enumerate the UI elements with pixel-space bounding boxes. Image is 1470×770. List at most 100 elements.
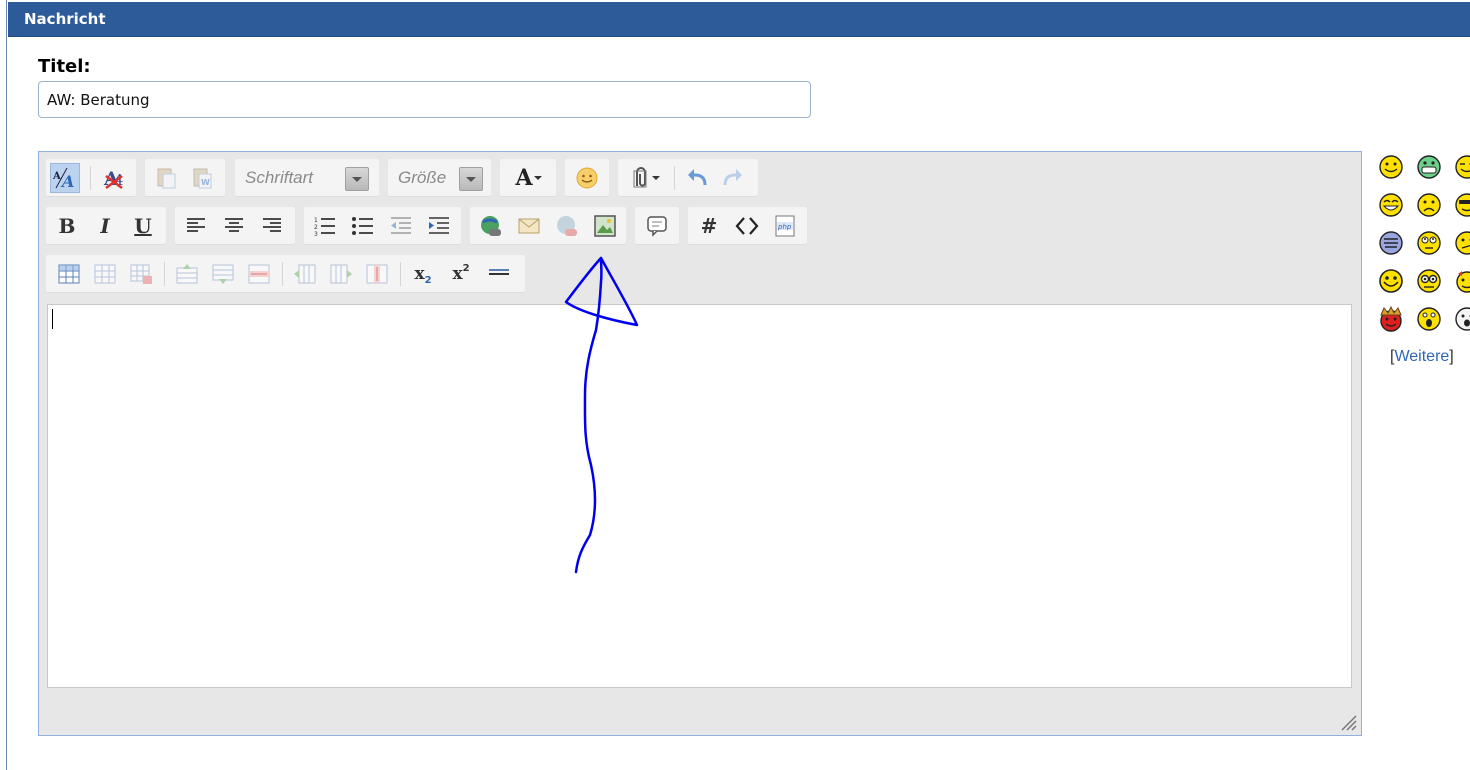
delete-row-icon[interactable] — [244, 259, 274, 289]
italic-icon[interactable]: I — [90, 211, 120, 241]
wysiwyg-toggle-icon[interactable]: AA — [50, 163, 80, 193]
size-select[interactable]: Größe — [388, 163, 491, 193]
php-icon[interactable]: php — [770, 211, 800, 241]
svg-text:1: 1 — [314, 217, 318, 224]
hash-icon[interactable]: # — [694, 211, 724, 241]
attach-icon[interactable] — [624, 163, 668, 193]
devil-icon[interactable] — [1454, 268, 1470, 294]
indent-icon[interactable] — [424, 211, 454, 241]
smile-icon[interactable] — [1378, 154, 1404, 180]
svg-text:W: W — [201, 178, 210, 187]
cheesy-icon[interactable] — [1378, 192, 1404, 218]
paste-icon[interactable] — [151, 163, 181, 193]
nerd-icon[interactable] — [1416, 268, 1442, 294]
smiley-icon[interactable] — [572, 163, 602, 193]
insert-column-after-icon[interactable] — [326, 259, 356, 289]
table-icon[interactable] — [54, 259, 84, 289]
svg-text:2: 2 — [314, 224, 318, 231]
subscript-index: 2 — [424, 274, 432, 286]
grin-icon[interactable] — [1416, 154, 1442, 180]
paste-group: W — [145, 159, 225, 197]
separator — [164, 262, 165, 286]
size-select-label: Größe — [398, 168, 447, 187]
resize-handle-icon[interactable] — [1339, 713, 1357, 731]
svg-text:A: A — [60, 172, 74, 190]
mustache-icon[interactable] — [1378, 230, 1404, 256]
quote-icon[interactable] — [642, 211, 672, 241]
style-group: B I U — [46, 207, 166, 245]
chevron-down-icon — [459, 167, 483, 191]
size-group: Größe — [388, 159, 491, 197]
more-close-bracket: ] — [1449, 348, 1454, 365]
code-group: # php — [688, 207, 807, 245]
editor-content-area[interactable] — [47, 304, 1352, 688]
unordered-list-icon[interactable] — [348, 211, 378, 241]
email-icon[interactable] — [514, 211, 544, 241]
king-icon[interactable] — [1378, 306, 1404, 332]
outdent-icon[interactable] — [386, 211, 416, 241]
superscript-glyph: x — [452, 264, 463, 284]
horizontal-rule-icon[interactable] — [484, 259, 514, 289]
header-title: Nachricht — [24, 10, 106, 28]
chevron-down-icon — [345, 167, 369, 191]
hash-glyph: # — [700, 214, 718, 238]
code-icon[interactable] — [732, 211, 762, 241]
chevron-down-icon — [533, 176, 542, 180]
shocked-icon[interactable] — [1454, 306, 1470, 332]
align-left-icon[interactable] — [181, 211, 211, 241]
subscript-icon[interactable]: x2 — [408, 259, 438, 289]
underline-icon[interactable]: U — [128, 211, 158, 241]
big-smile-icon[interactable] — [1378, 268, 1404, 294]
delete-column-icon[interactable] — [362, 259, 392, 289]
align-center-icon[interactable] — [219, 211, 249, 241]
ordered-list-icon[interactable]: 123 — [310, 211, 340, 241]
align-right-icon[interactable] — [257, 211, 287, 241]
bold-glyph: B — [58, 214, 76, 238]
text-caret — [52, 309, 53, 329]
separator — [400, 262, 401, 286]
remove-format-icon[interactable]: A4 — [100, 163, 130, 193]
undo-icon[interactable] — [682, 163, 712, 193]
delete-table-icon[interactable] — [126, 259, 156, 289]
separator — [674, 166, 675, 190]
insert-row-below-icon[interactable] — [208, 259, 238, 289]
more-smilies: [Weitere] — [1390, 348, 1454, 366]
table-group: x2 x2 — [46, 255, 525, 293]
font-select-label: Schriftart — [245, 168, 314, 187]
separator — [282, 262, 283, 286]
confused-icon[interactable] — [1454, 230, 1470, 256]
smiley-group — [565, 159, 609, 197]
roll-eyes-icon[interactable] — [1416, 230, 1442, 256]
wink-icon[interactable] — [1454, 154, 1470, 180]
title-label: Titel: — [38, 56, 91, 77]
insert-row-above-icon[interactable] — [172, 259, 202, 289]
link-icon[interactable] — [476, 211, 506, 241]
list-group: 123 — [304, 207, 461, 245]
text-color-glyph: A — [515, 165, 533, 191]
cool-icon[interactable] — [1454, 192, 1470, 218]
underline-glyph: U — [134, 214, 152, 238]
font-select[interactable]: Schriftart — [235, 163, 379, 193]
php-glyph: php — [777, 223, 792, 231]
history-group — [618, 159, 758, 197]
superscript-icon[interactable]: x2 — [446, 259, 476, 289]
subscript-glyph: x — [414, 264, 425, 284]
text-color-icon[interactable]: A — [508, 163, 550, 193]
bold-icon[interactable]: B — [52, 211, 82, 241]
table-props-icon[interactable] — [90, 259, 120, 289]
title-input[interactable] — [38, 81, 811, 118]
redo-icon[interactable] — [718, 163, 748, 193]
svg-text:3: 3 — [314, 231, 318, 237]
more-smilies-link[interactable]: Weitere — [1394, 348, 1449, 365]
image-icon[interactable] — [590, 211, 620, 241]
sad-icon[interactable] — [1416, 192, 1442, 218]
insert-column-before-icon[interactable] — [290, 259, 320, 289]
link-group — [470, 207, 626, 245]
mode-group: AA A4 — [46, 159, 136, 197]
unlink-icon[interactable] — [552, 211, 582, 241]
color-group: A — [500, 159, 556, 197]
separator — [90, 166, 91, 190]
surprised-icon[interactable] — [1416, 306, 1442, 332]
paste-word-icon[interactable]: W — [187, 163, 217, 193]
chevron-down-icon — [652, 176, 660, 180]
